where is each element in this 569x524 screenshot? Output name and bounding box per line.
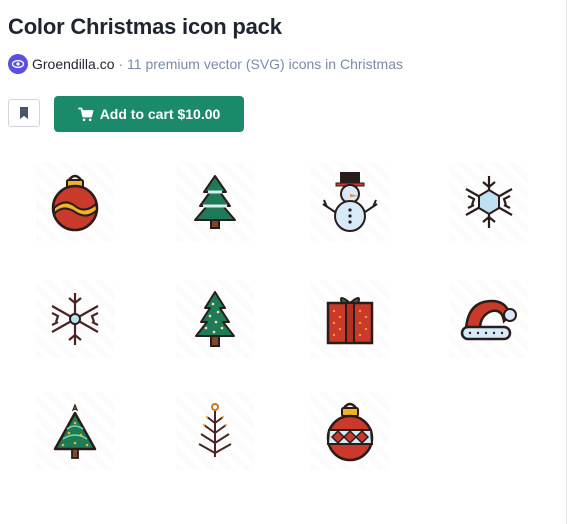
gift-box-icon	[326, 297, 374, 345]
triangle-tree-icon	[53, 403, 97, 459]
icon-tile-simple-snowflake[interactable]	[36, 280, 114, 358]
icon-tile-lights-tree[interactable]	[176, 280, 254, 358]
panel-divider	[566, 0, 567, 524]
icon-tile-snowman[interactable]	[311, 163, 389, 241]
pack-description: · 11 premium vector (SVG) icons in Chris…	[118, 56, 403, 72]
author-row: Groendilla.co · 11 premium vector (SVG) …	[8, 53, 403, 75]
avatar[interactable]	[8, 54, 28, 74]
snowman-icon	[322, 172, 378, 232]
santa-hat-icon	[460, 299, 517, 341]
icon-tile-triangle-tree[interactable]	[36, 392, 114, 470]
icon-tile-bare-tree[interactable]	[176, 392, 254, 470]
page-title: Color Christmas icon pack	[8, 14, 282, 39]
icon-tile-gift[interactable]	[311, 280, 389, 358]
snowflake-simple-icon	[51, 293, 99, 345]
icon-tile-snowflake[interactable]	[450, 163, 528, 241]
add-to-cart-button[interactable]: Add to cart $10.00	[54, 96, 244, 132]
snowflake-icon	[465, 176, 513, 228]
christmas-tree-lights-icon	[195, 291, 235, 347]
eye-icon	[11, 59, 25, 69]
ornament-ball-icon	[51, 174, 99, 232]
ornament-ball-striped-icon	[326, 402, 374, 462]
icon-tile-snowy-tree[interactable]	[176, 163, 254, 241]
bookmark-icon	[20, 107, 28, 119]
bare-tree-icon	[198, 403, 232, 457]
icon-tile-striped-ornament[interactable]	[311, 392, 389, 470]
icon-tile-ornament[interactable]	[36, 163, 114, 241]
cart-icon	[77, 107, 94, 121]
bookmark-button[interactable]	[8, 99, 40, 127]
cart-button-label: Add to cart $10.00	[99, 106, 221, 122]
icon-tile-santa-hat[interactable]	[450, 280, 528, 358]
author-link[interactable]: Groendilla.co	[32, 56, 115, 72]
christmas-tree-snowy-icon	[194, 175, 236, 229]
icon-pack-page: Color Christmas icon pack Groendilla.co …	[0, 0, 566, 524]
